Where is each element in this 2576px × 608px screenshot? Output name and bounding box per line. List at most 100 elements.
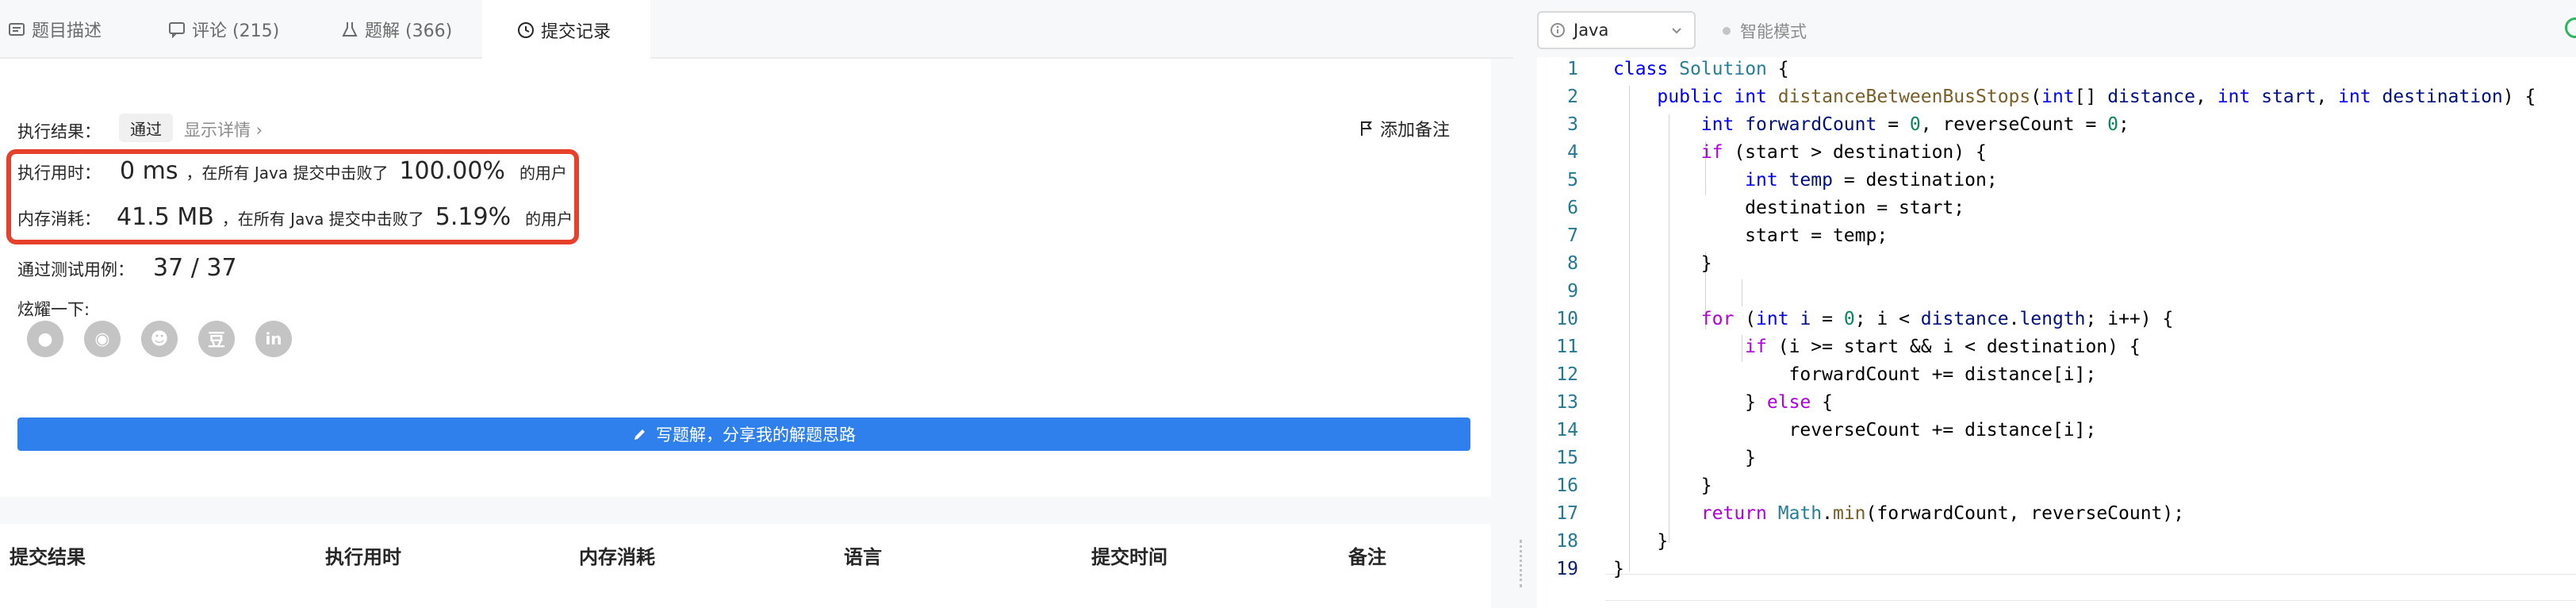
language-value: Java [1574,21,1609,40]
tab-bar: 题目描述 评论 (215) 题解 (366) 提交记录 [0,0,1513,60]
code-line: } [1613,475,1712,496]
douban-icon[interactable]: 豆 [198,321,235,357]
runtime-suffix: 的用户 [519,164,567,183]
line-number: 13 [1556,392,1578,413]
share-label: 炫耀一下: [17,300,90,319]
language-select[interactable]: Java [1537,11,1696,49]
code-line: int temp = destination; [1745,170,1998,190]
line-number: 18 [1556,531,1578,552]
status-badge: 通过 [119,114,173,142]
line-number: 17 [1556,503,1578,524]
col-result: 提交结果 [10,546,86,568]
memory-mid-text: ，在所有 Java 提交中击败了 [221,210,424,229]
code-line: forwardCount += distance[i]; [1613,364,2097,385]
memory-row: 内存消耗： 41.5 MB ，在所有 Java 提交中击败了 5.19% 的用户 [17,203,573,231]
show-details-link[interactable]: 显示详情 › [184,117,263,141]
line-number: 14 [1556,420,1578,441]
pane-resizer[interactable] [1513,0,1529,608]
line-number: 7 [1567,225,1578,246]
smart-mode-label: 智能模式 [1740,22,1807,41]
code-line: destination = start; [1613,198,1965,218]
line-number: 6 [1567,198,1578,218]
line-number: 8 [1567,253,1578,274]
tests-value: 37 / 37 [153,254,237,282]
flag-icon [1361,121,1372,136]
document-icon [9,23,25,36]
linkedin-icon[interactable]: in [255,321,292,357]
clock-icon [518,22,534,38]
submission-table: 提交结果 执行用时 内存消耗 语言 提交时间 备注 [0,524,1491,608]
result-card: 执行结果： 通过 显示详情 › 添加备注 执行用时： 0 ms ，在所有 Jav… [0,59,1491,497]
tab-submissions[interactable]: 提交记录 [482,0,650,60]
line-number: 9 [1567,281,1578,302]
line-number: 19 [1556,559,1578,579]
tab-comments-label: 评论 (215) [192,21,280,41]
line-number: 12 [1556,364,1578,385]
info-icon [1551,23,1565,37]
code-line: public int distanceBetweenBusStops(int[]… [1657,87,2536,107]
memory-suffix: 的用户 [525,210,573,229]
tab-description-label: 题目描述 [32,21,102,41]
add-note-label: 添加备注 [1380,121,1451,140]
tab-submissions-label: 提交记录 [541,22,611,42]
qq-icon[interactable]: ☻ [141,321,178,357]
write-solution-label: 写题解，分享我的解题思路 [656,425,856,444]
write-solution-button[interactable]: 写题解，分享我的解题思路 [17,418,1470,451]
runtime-mid-text: ，在所有 Java 提交中击败了 [186,164,389,183]
flask-icon [342,22,358,37]
code-line: } [1613,531,1669,552]
editor-toolbar: Java 智能模式 [1537,0,2576,57]
col-runtime: 执行用时 [325,546,401,568]
line-number: 3 [1567,114,1578,135]
chevron-down-icon [1672,28,1681,34]
submission-panel: 题目描述 评论 (215) 题解 (366) 提交记录 执行结果： 通过 显示详… [0,0,1513,608]
add-note-button[interactable]: 添加备注 [1359,116,1450,141]
smart-mode-dot [1723,27,1731,35]
current-line-highlight [1605,574,2576,601]
line-number: 11 [1556,337,1578,357]
line-number: 2 [1567,87,1578,107]
code-line: int forwardCount = 0, reverseCount = 0; [1700,114,2129,135]
code-line: class Solution { [1613,59,1789,79]
code-line: if (start > destination) { [1700,142,1987,163]
line-number: 1 [1567,59,1578,79]
tab-description[interactable]: 题目描述 [8,0,151,59]
tests-row: 通过测试用例： 37 / 37 [17,254,237,282]
memory-label: 内存消耗： [17,210,101,229]
tab-solutions-label: 题解 (366) [365,21,453,41]
col-memory: 内存消耗 [579,546,655,568]
line-number: 10 [1556,309,1578,329]
tab-comments[interactable]: 评论 (215) [168,0,327,59]
smart-mode-toggle[interactable]: 智能模式 [1723,19,1807,43]
runtime-value: 0 ms [120,157,178,185]
line-number: 16 [1556,475,1578,496]
memory-percent: 5.19% [435,203,512,231]
line-number: 15 [1556,448,1578,468]
code-line: reverseCount += distance[i]; [1613,420,2097,441]
code-line: for (int i = 0; i < distance.length; i++… [1700,309,2174,329]
line-number: 5 [1567,170,1578,190]
runtime-percent: 100.00% [399,157,505,185]
runtime-row: 执行用时： 0 ms ，在所有 Java 提交中击败了 100.00% 的用户 [17,157,567,185]
pencil-icon [634,429,645,440]
runtime-label: 执行用时： [17,164,101,183]
memory-value: 41.5 MB [117,203,214,231]
wechat-icon[interactable]: ● [27,321,63,357]
code-panel: Java 智能模式 1 2 3 4 5 6 7 8 9 10 11 12 13 … [1537,0,2576,608]
tab-solutions[interactable]: 题解 (366) [341,0,492,59]
col-note: 备注 [1348,546,1386,568]
timer-icon[interactable] [2565,17,2576,38]
code-editor[interactable]: 1 2 3 4 5 6 7 8 9 10 11 12 13 14 15 16 1… [1537,57,2576,608]
code-line: } [1613,253,1712,274]
col-language: 语言 [844,546,882,568]
code-line: } [1613,559,1624,579]
weibo-icon[interactable]: ◉ [84,321,121,357]
code-line: } [1613,448,1757,468]
code-line: return Math.min(forwardCount, reverseCou… [1700,503,2185,524]
line-number: 4 [1567,142,1578,163]
comment-icon [169,22,185,38]
tests-label: 通过测试用例： [17,260,134,279]
exec-result-label: 执行结果： [17,122,101,141]
code-line: } else { [1613,392,1833,413]
